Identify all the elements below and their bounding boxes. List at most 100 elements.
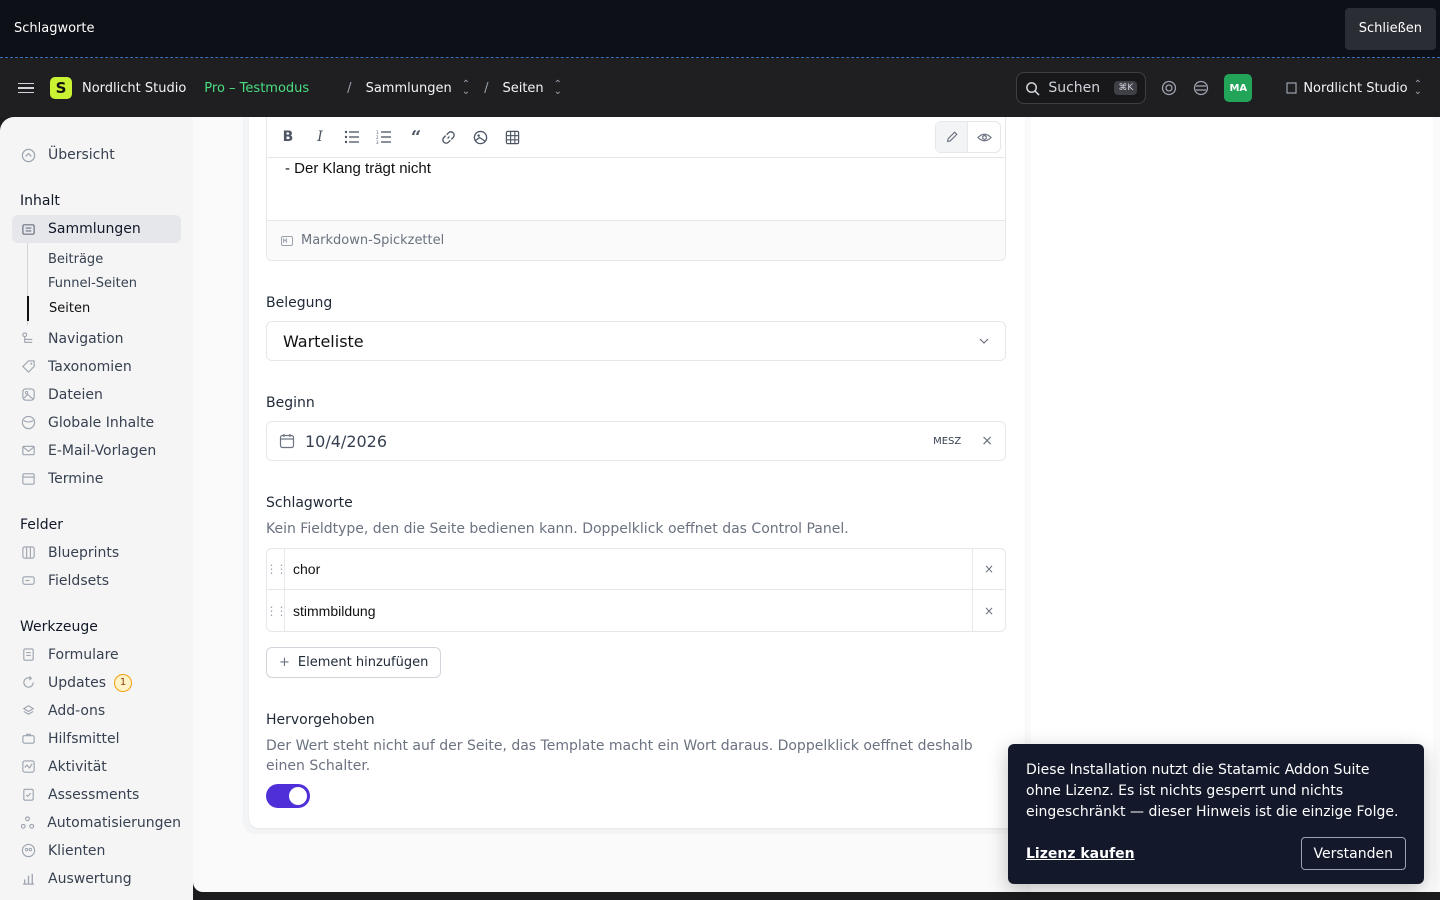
dismiss-button[interactable]: Verstanden [1300,837,1406,870]
globe-icon [20,415,36,431]
list-item: ⋮⋮ stimmbildung × [266,590,1005,631]
avatar[interactable]: MA [1224,74,1253,102]
sidebar-item-reports[interactable]: Auswertung [12,865,181,893]
sidebar-item-assets[interactable]: Dateien [12,381,181,409]
clipboard-check-icon [20,787,36,803]
sidebar-item-label: Blueprints [48,544,120,561]
hervorgehoben-toggle[interactable] [266,784,310,808]
belegung-label: Belegung [266,295,333,311]
link-icon[interactable] [439,128,457,146]
building-icon [1286,82,1297,94]
close-button[interactable]: Schließen [1344,7,1436,50]
sidebar-section-tools: Werkzeuge [20,618,98,635]
search-shortcut: ⌘K [1114,81,1138,95]
markdown-editor: B I 123 “ - Der Klang trägt nicht Markdo… [266,117,1006,261]
sidebar-item-label: Auswertung [48,870,132,887]
collections-submenu: Beiträge Funnel-Seiten Seiten [27,243,181,325]
sidebar-item-label: Taxonomien [48,358,132,375]
site-switcher[interactable]: Nordlicht Studio ⌃ ⌄ [1286,79,1422,97]
header: S Nordlicht Studio Pro – Testmodus / Sam… [0,59,1440,117]
drag-handle-icon[interactable]: ⋮⋮ [266,549,288,589]
statamic-logo-icon[interactable]: S [50,77,72,99]
sidebar-item-updates[interactable]: Updates 1 [12,669,181,697]
chevron-down-icon [979,336,989,347]
remove-item-icon[interactable]: × [972,590,1005,631]
editor-content[interactable]: - Der Klang trägt nicht [267,158,1005,220]
drag-handle-icon[interactable]: ⋮⋮ [266,590,288,631]
sidebar-item-addons[interactable]: Add-ons [12,697,181,725]
window-title: Schlagworte [14,21,95,36]
chart-icon [20,871,36,887]
sidebar-item-collections[interactable]: Sammlungen [12,215,181,243]
sidebar-item-label: Dateien [48,386,103,403]
plan-badge[interactable]: Pro – Testmodus [204,81,309,96]
beginn-date-field[interactable]: 10/4/2026 MESZ × [266,421,1006,461]
sidebar-item-activity[interactable]: Aktivität [12,753,181,781]
search-button[interactable]: Suchen ⌘K [1016,72,1147,104]
menu-icon[interactable] [18,82,34,94]
sidebar-item-events[interactable]: Termine [12,465,181,493]
list-item-value[interactable]: chor [285,561,972,577]
lifebuoy-icon[interactable] [1160,79,1178,97]
sidebar-item-label: Termine [48,470,104,487]
license-notice-text: Diese Installation nutzt die Statamic Ad… [1026,762,1399,820]
breadcrumb-label: Sammlungen [365,80,452,96]
hervorgehoben-label: Hervorgehoben [266,712,375,728]
sidebar: Übersicht Inhalt Sammlungen Beiträge Fun… [0,117,193,900]
sidebar-item-forms[interactable]: Formulare [12,641,181,669]
sidebar-item-overview[interactable]: Übersicht [12,141,181,169]
markdown-cheatsheet-link[interactable]: Markdown-Spickzettel [267,220,1005,260]
remove-item-icon[interactable]: × [972,549,1005,589]
bold-icon[interactable]: B [279,128,297,146]
sidebar-item-label: E-Mail-Vorlagen [48,442,157,459]
sidebar-item-label: Klienten [48,842,106,859]
add-item-button[interactable]: + Element hinzufügen [266,647,442,678]
sidebar-item-assessments[interactable]: Assessments [12,781,181,809]
italic-icon[interactable]: I [311,128,329,146]
sidebar-subitem-pages[interactable]: Seiten [27,296,181,321]
bullet-list-icon[interactable] [343,128,361,146]
breadcrumb-separator: / [484,80,489,96]
navigation-icon [20,331,36,347]
eye-icon[interactable] [968,122,1000,152]
chevron-up-down-icon: ⌃ ⌄ [1413,79,1422,97]
sidebar-item-label: Hilfsmittel [48,730,120,747]
buy-license-link[interactable]: Lizenz kaufen [1026,846,1135,862]
hervorgehoben-help: Der Wert steht nicht auf der Seite, das … [266,738,973,774]
belegung-select[interactable]: Warteliste [266,321,1006,361]
breadcrumb-label: Seiten [502,80,544,96]
sidebar-item-utilities[interactable]: Hilfsmittel [12,725,181,753]
sidebar-subitem-funnel-pages[interactable]: Funnel-Seiten [28,272,181,297]
sidebar-item-email-templates[interactable]: E-Mail-Vorlagen [12,437,181,465]
sidebar-item-clients[interactable]: Klienten [12,837,181,865]
breadcrumb-pages[interactable]: Seiten ⌃ ⌄ [502,79,563,97]
numbered-list-icon[interactable]: 123 [375,128,393,146]
breadcrumb-collections[interactable]: Sammlungen ⌃ ⌄ [365,80,471,97]
sites-icon[interactable] [1192,79,1210,97]
sidebar-item-label: Übersicht [48,147,115,163]
add-item-label: Element hinzufügen [297,655,429,670]
chevron-up-down-icon: ⌃ ⌄ [553,79,563,97]
top-bar: Schlagworte Schließen [0,0,1440,58]
sidebar-item-fieldsets[interactable]: Fieldsets [12,567,181,595]
pencil-icon[interactable] [936,122,968,152]
sidebar-item-blueprints[interactable]: Blueprints [12,539,181,567]
image-insert-icon[interactable] [471,128,489,146]
site-switcher-label: Nordlicht Studio [1303,80,1408,96]
quote-icon[interactable]: “ [407,127,425,148]
sidebar-subitem-posts[interactable]: Beiträge [28,247,181,272]
table-icon[interactable] [503,128,521,146]
clear-date-icon[interactable]: × [981,433,993,449]
list-item-value[interactable]: stimmbildung [285,603,972,619]
schlagworte-list: ⋮⋮ chor × ⋮⋮ stimmbildung × [266,548,1006,632]
sidebar-item-globals[interactable]: Globale Inhalte [12,409,181,437]
beginn-value: 10/4/2026 [305,431,388,451]
sidebar-item-navigation[interactable]: Navigation [12,325,181,353]
sidebar-item-label: Sammlungen [48,221,141,237]
sidebar-item-label: Fieldsets [48,572,110,589]
svg-text:3: 3 [376,140,379,144]
sidebar-item-automations[interactable]: Automatisierungen [12,809,181,837]
site-name[interactable]: Nordlicht Studio [82,81,186,96]
form-icon [20,647,36,663]
sidebar-item-taxonomies[interactable]: Taxonomien [12,353,181,381]
